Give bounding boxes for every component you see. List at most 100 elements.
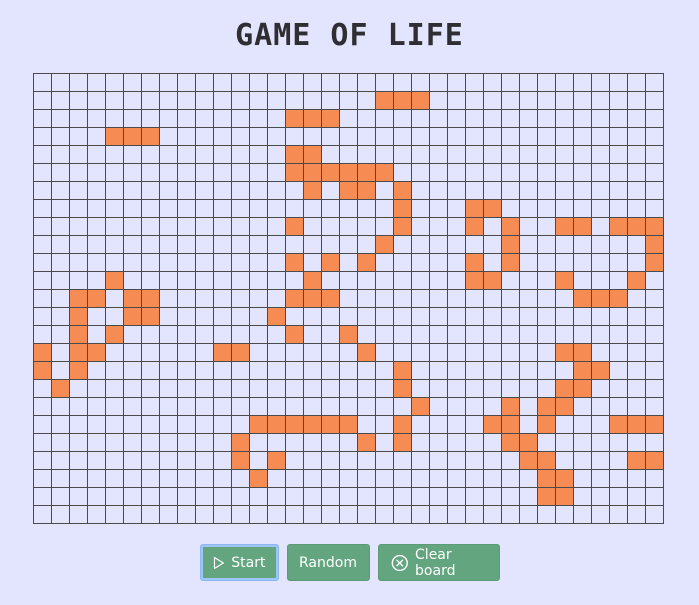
board-cell-alive[interactable] [484,416,502,434]
board-cell[interactable] [484,434,502,452]
board-cell[interactable] [124,164,142,182]
board-cell[interactable] [268,488,286,506]
board-cell[interactable] [268,182,286,200]
board-cell[interactable] [448,488,466,506]
board-cell[interactable] [304,254,322,272]
board-cell[interactable] [88,380,106,398]
board-cell[interactable] [538,218,556,236]
board-cell[interactable] [322,434,340,452]
board-cell[interactable] [196,74,214,92]
board-cell[interactable] [52,218,70,236]
board-cell[interactable] [268,74,286,92]
board-cell[interactable] [214,452,232,470]
board-cell[interactable] [520,362,538,380]
board-cell-alive[interactable] [376,164,394,182]
board-cell[interactable] [214,416,232,434]
board-cell[interactable] [556,110,574,128]
board-cell[interactable] [196,272,214,290]
board-cell[interactable] [160,272,178,290]
board-cell[interactable] [610,182,628,200]
board-cell-alive[interactable] [70,308,88,326]
board-cell[interactable] [466,434,484,452]
board-cell[interactable] [88,128,106,146]
board-cell[interactable] [142,218,160,236]
board-cell[interactable] [520,74,538,92]
board-cell[interactable] [250,236,268,254]
board-cell[interactable] [358,128,376,146]
board-cell[interactable] [646,326,664,344]
board-cell-alive[interactable] [286,218,304,236]
board-cell[interactable] [592,398,610,416]
board-cell[interactable] [430,362,448,380]
board-cell[interactable] [232,92,250,110]
board-cell[interactable] [124,416,142,434]
board-cell[interactable] [88,92,106,110]
board-cell[interactable] [556,128,574,146]
board-cell[interactable] [376,182,394,200]
board-cell[interactable] [322,344,340,362]
board-cell[interactable] [466,506,484,524]
board-cell[interactable] [412,434,430,452]
board-cell[interactable] [34,290,52,308]
board-cell[interactable] [322,362,340,380]
board-cell[interactable] [412,488,430,506]
board-cell-alive[interactable] [304,182,322,200]
board-cell[interactable] [124,236,142,254]
board-cell[interactable] [376,452,394,470]
board-cell[interactable] [376,506,394,524]
board-cell[interactable] [574,92,592,110]
board-cell[interactable] [322,506,340,524]
board-cell[interactable] [106,92,124,110]
board-cell[interactable] [466,326,484,344]
board-cell[interactable] [106,416,124,434]
board-cell[interactable] [430,272,448,290]
board-cell[interactable] [466,128,484,146]
board-cell[interactable] [250,146,268,164]
board-cell[interactable] [592,200,610,218]
board-cell[interactable] [52,308,70,326]
board-cell[interactable] [430,488,448,506]
board-cell[interactable] [106,110,124,128]
board-cell[interactable] [268,200,286,218]
board-cell[interactable] [34,128,52,146]
board-cell[interactable] [538,308,556,326]
board-cell[interactable] [52,128,70,146]
board-cell[interactable] [142,182,160,200]
board-cell[interactable] [358,74,376,92]
board-cell[interactable] [340,344,358,362]
board-cell[interactable] [448,272,466,290]
board-cell[interactable] [178,326,196,344]
board-cell[interactable] [214,398,232,416]
board-cell[interactable] [376,416,394,434]
board-cell[interactable] [358,110,376,128]
board-cell[interactable] [286,452,304,470]
board-cell[interactable] [484,254,502,272]
board-cell-alive[interactable] [52,380,70,398]
board-cell[interactable] [142,200,160,218]
board-cell[interactable] [34,506,52,524]
board-cell[interactable] [538,236,556,254]
board-cell[interactable] [178,272,196,290]
board-cell[interactable] [268,290,286,308]
board-cell-alive[interactable] [358,254,376,272]
board-cell[interactable] [286,398,304,416]
board-cell[interactable] [214,218,232,236]
board-cell[interactable] [322,308,340,326]
board-cell[interactable] [286,92,304,110]
board-cell[interactable] [196,236,214,254]
board-cell[interactable] [70,254,88,272]
board-cell[interactable] [52,344,70,362]
board-cell[interactable] [502,326,520,344]
board-cell[interactable] [214,326,232,344]
board-cell[interactable] [466,182,484,200]
board-cell[interactable] [142,344,160,362]
board-cell[interactable] [304,344,322,362]
board-cell-alive[interactable] [70,290,88,308]
board-cell[interactable] [322,452,340,470]
board-cell-alive[interactable] [394,416,412,434]
board-cell-alive[interactable] [502,236,520,254]
board-cell[interactable] [592,434,610,452]
board-cell[interactable] [628,128,646,146]
board-cell[interactable] [124,92,142,110]
board-cell[interactable] [232,326,250,344]
